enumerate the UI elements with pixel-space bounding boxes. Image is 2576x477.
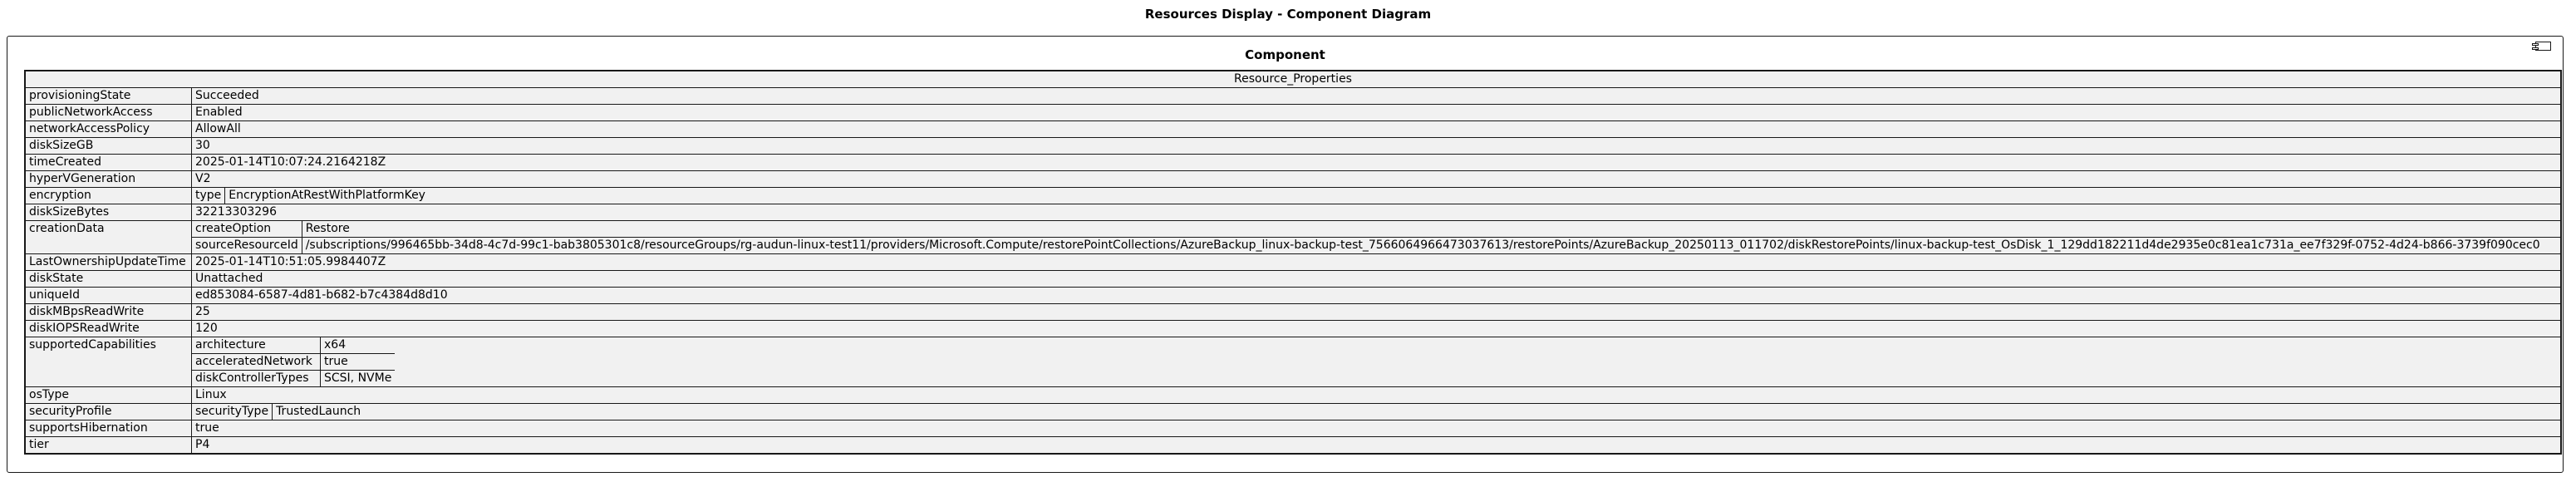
- property-value: 30: [191, 137, 2561, 155]
- nested-value: SCSI, NVMe: [324, 371, 392, 385]
- diagram-title: Resources Display - Component Diagram: [1144, 7, 1432, 22]
- property-key: osType: [25, 386, 192, 404]
- property-key: hyperVGeneration: [25, 170, 192, 188]
- property-key: provisioningState: [25, 87, 192, 105]
- component-box: Component Resource_Properties provisioni…: [7, 36, 2564, 473]
- table-row: supportedCapabilities architecture x64 a…: [25, 337, 2561, 387]
- nested-value: Restore: [302, 221, 2560, 238]
- property-value: 32213303296: [191, 204, 2561, 221]
- property-value: 2025-01-14T10:07:24.2164218Z: [191, 154, 2561, 171]
- table-row: hyperVGeneration V2: [25, 170, 2561, 188]
- property-value: 25: [191, 303, 2561, 321]
- property-key: creationData: [25, 220, 192, 254]
- nested-key: type: [192, 188, 226, 204]
- nested-table-cell: architecture x64 acceleratedNetwork true…: [191, 337, 2561, 387]
- nested-value: x64: [320, 337, 396, 354]
- property-key: tier: [25, 436, 192, 454]
- property-value: Enabled: [191, 104, 2561, 121]
- property-value: true: [191, 420, 2561, 437]
- property-key: supportedCapabilities: [25, 337, 192, 387]
- nested-value: TrustedLaunch: [276, 405, 361, 418]
- resource-properties-table: Resource_Properties provisioningState Su…: [24, 70, 2562, 455]
- table-row: tier P4: [25, 436, 2561, 454]
- table-row: uniqueId ed853084-6587-4d81-b682-b7c4384…: [25, 287, 2561, 304]
- nested-table: architecture x64 acceleratedNetwork true…: [192, 337, 396, 386]
- table-row: diskState Unattached: [25, 270, 2561, 288]
- table-row: securityProfile securityType TrustedLaun…: [25, 403, 2561, 420]
- property-value: 120: [191, 320, 2561, 337]
- nested-key: securityType: [192, 404, 273, 420]
- table-row: supportsHibernation true: [25, 420, 2561, 437]
- property-key: LastOwnershipUpdateTime: [25, 253, 192, 271]
- nested-key: diskControllerTypes: [192, 370, 321, 386]
- table-row: provisioningState Succeeded: [25, 87, 2561, 105]
- component-title: Component: [1245, 47, 1325, 62]
- property-value: Succeeded: [191, 87, 2561, 105]
- table-row: creationData createOption Restore source…: [25, 220, 2561, 254]
- table-row: diskIOPSReadWrite 120: [25, 320, 2561, 337]
- property-key: supportsHibernation: [25, 420, 192, 437]
- property-key: diskIOPSReadWrite: [25, 320, 192, 337]
- table-row: osType Linux: [25, 386, 2561, 404]
- nested-key: architecture: [192, 337, 321, 354]
- table-row: diskSizeGB 30: [25, 137, 2561, 155]
- nested-table: createOption Restore sourceResourceId /s…: [192, 221, 2560, 253]
- table-row: LastOwnershipUpdateTime 2025-01-14T10:51…: [25, 253, 2561, 271]
- nested-table-cell: createOption Restore sourceResourceId /s…: [191, 220, 2561, 254]
- property-value: ed853084-6587-4d81-b682-b7c4384d8d10: [191, 287, 2561, 304]
- nested-key: createOption: [192, 221, 302, 238]
- property-value: Linux: [191, 386, 2561, 404]
- table-row: diskSizeBytes 32213303296: [25, 204, 2561, 221]
- property-key: diskMBpsReadWrite: [25, 303, 192, 321]
- property-key: encryption: [25, 187, 192, 204]
- table-row: encryption type EncryptionAtRestWithPlat…: [25, 187, 2561, 204]
- property-key: networkAccessPolicy: [25, 120, 192, 138]
- property-key: securityProfile: [25, 403, 192, 420]
- nested-table: securityType TrustedLaunch: [192, 404, 364, 420]
- property-value: Unattached: [191, 270, 2561, 288]
- table-row: publicNetworkAccess Enabled: [25, 104, 2561, 121]
- nested-table-cell: securityType TrustedLaunch: [191, 403, 2561, 420]
- property-key: publicNetworkAccess: [25, 104, 192, 121]
- table-row: timeCreated 2025-01-14T10:07:24.2164218Z: [25, 154, 2561, 171]
- nested-table: type EncryptionAtRestWithPlatformKey: [192, 188, 429, 204]
- table-row: diskMBpsReadWrite 25: [25, 303, 2561, 321]
- property-key: diskState: [25, 270, 192, 288]
- nested-value: true: [320, 353, 396, 371]
- table-row: networkAccessPolicy AllowAll: [25, 120, 2561, 138]
- property-value: 2025-01-14T10:51:05.9984407Z: [191, 253, 2561, 271]
- property-key: diskSizeGB: [25, 137, 192, 155]
- table-header: Resource_Properties: [25, 71, 2561, 88]
- nested-value: /subscriptions/996465bb-34d8-4c7d-99c1-b…: [305, 238, 2540, 252]
- nested-value: EncryptionAtRestWithPlatformKey: [229, 189, 425, 202]
- nested-key: sourceResourceId: [192, 237, 302, 253]
- nested-key: acceleratedNetwork: [192, 353, 321, 371]
- nested-table-cell: type EncryptionAtRestWithPlatformKey: [191, 187, 2561, 204]
- property-key: timeCreated: [25, 154, 192, 171]
- property-value: AllowAll: [191, 120, 2561, 138]
- property-value: P4: [191, 436, 2561, 454]
- property-value: V2: [191, 170, 2561, 188]
- property-key: diskSizeBytes: [25, 204, 192, 221]
- property-key: uniqueId: [25, 287, 192, 304]
